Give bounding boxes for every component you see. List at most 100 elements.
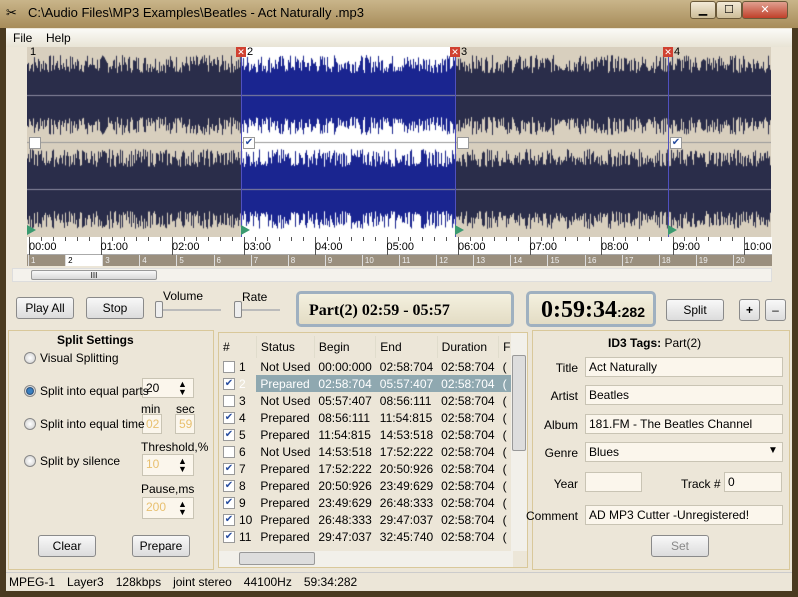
row-checkbox[interactable]: ✔ — [223, 531, 235, 544]
pause-spinner[interactable]: ▲ ▼ — [178, 500, 187, 517]
split-marker-line[interactable] — [455, 47, 456, 237]
part-ruler-item[interactable]: 12 — [436, 255, 473, 266]
scrollbar-thumb[interactable]: III — [31, 270, 157, 280]
comment-input[interactable]: AD MP3 Cutter -Unregistered! — [585, 505, 783, 525]
remove-marker-icon[interactable]: ✕ — [663, 47, 673, 57]
part-ruler-item[interactable]: 11 — [399, 255, 436, 266]
album-input[interactable]: 181.FM - The Beatles Channel — [585, 414, 783, 434]
zoom-out-button[interactable]: – — [765, 299, 786, 321]
split-button[interactable]: Split — [666, 299, 724, 321]
track-input[interactable]: 0 — [724, 472, 782, 492]
stop-button[interactable]: Stop — [86, 297, 144, 319]
play-all-button[interactable]: Play All — [16, 297, 74, 319]
part-checkbox[interactable] — [29, 137, 41, 149]
table-row[interactable]: 6 Not Used 14:53:518 17:52:222 02:58:704( — [219, 443, 515, 460]
year-input[interactable] — [585, 472, 642, 492]
set-tags-button[interactable]: Set — [651, 535, 709, 557]
part-checkbox[interactable]: ✔ — [670, 137, 682, 149]
radio-label[interactable]: Split into equal parts — [40, 384, 149, 398]
genre-dropdown-arrow-icon[interactable]: ▼ — [768, 445, 778, 456]
vertical-scrollbar[interactable] — [511, 333, 527, 551]
radio-label[interactable]: Split by silence — [40, 454, 120, 468]
vertical-scrollbar-thumb[interactable] — [512, 355, 526, 451]
remove-marker-icon[interactable]: ✕ — [450, 47, 460, 57]
part-ruler-item[interactable]: 18 — [658, 255, 696, 266]
play-part-icon[interactable] — [241, 225, 250, 235]
row-checkbox[interactable]: ✔ — [223, 480, 235, 493]
play-part-icon[interactable] — [455, 225, 464, 235]
part-ruler-item[interactable]: 20 — [732, 255, 770, 266]
part-ruler-item[interactable]: 3 — [102, 255, 139, 266]
radio-0[interactable] — [24, 352, 36, 364]
horizontal-scrollbar[interactable]: III — [12, 268, 772, 282]
menu-file[interactable]: File — [13, 31, 32, 45]
part-ruler-item[interactable]: 14 — [510, 255, 547, 266]
table-row[interactable]: ✔ 11 Prepared 29:47:037 32:45:740 02:58:704( — [219, 528, 515, 545]
column-header[interactable]: Begin — [314, 336, 377, 358]
prepare-button[interactable]: Prepare — [132, 535, 190, 557]
row-checkbox[interactable] — [223, 361, 235, 374]
row-checkbox[interactable]: ✔ — [223, 463, 235, 476]
table-row[interactable]: 3 Not Used 05:57:407 08:56:111 02:58:704( — [219, 392, 515, 409]
part-ruler-item[interactable]: 6 — [213, 255, 251, 266]
threshold-spinner[interactable]: ▲ ▼ — [178, 457, 187, 474]
zoom-in-button[interactable]: + — [739, 299, 760, 321]
rate-slider-thumb[interactable] — [234, 301, 242, 318]
radio-1[interactable] — [24, 385, 36, 397]
table-horizontal-scrollbar[interactable] — [219, 551, 513, 567]
part-ruler-item[interactable]: 8 — [287, 255, 325, 266]
row-checkbox[interactable]: ✔ — [223, 497, 235, 510]
part-ruler-item[interactable]: 13 — [473, 255, 510, 266]
row-checkbox[interactable]: ✔ — [223, 412, 235, 425]
part-ruler-item[interactable]: 16 — [584, 255, 622, 266]
table-row[interactable]: ✔ 5 Prepared 11:54:815 14:53:518 02:58:704( — [219, 426, 515, 443]
artist-input[interactable]: Beatles — [585, 385, 783, 405]
title-input[interactable]: Act Naturally — [585, 357, 783, 377]
table-row[interactable]: 1 Not Used 00:00:000 02:58:704 02:58:704( — [219, 358, 515, 375]
row-checkbox[interactable] — [223, 446, 235, 459]
table-row[interactable]: ✔ 2 Prepared 02:58:704 05:57:407 02:58:704( — [219, 375, 515, 392]
minimize-button[interactable]: ▁ — [690, 1, 716, 19]
table-row[interactable]: ✔ 9 Prepared 23:49:629 26:48:333 02:58:704( — [219, 494, 515, 511]
part-checkbox[interactable] — [457, 137, 469, 149]
volume-slider-thumb[interactable] — [155, 301, 163, 318]
split-marker-line[interactable] — [241, 47, 242, 237]
part-ruler-item[interactable]: 5 — [176, 255, 213, 266]
radio-3[interactable] — [24, 455, 36, 467]
column-header[interactable]: Status — [256, 336, 315, 358]
play-part-icon[interactable] — [668, 225, 677, 235]
row-checkbox[interactable]: ✔ — [223, 514, 235, 527]
maximize-button[interactable]: ☐ — [716, 1, 742, 19]
table-row[interactable]: ✔ 7 Prepared 17:52:222 20:50:926 02:58:704( — [219, 460, 515, 477]
parts-spinner[interactable]: ▲ ▼ — [178, 380, 187, 397]
part-ruler-item[interactable]: 10 — [361, 255, 399, 266]
row-checkbox[interactable]: ✔ — [223, 378, 235, 391]
sec-input[interactable]: 59 — [175, 414, 195, 434]
genre-input[interactable]: Blues — [585, 442, 783, 462]
clear-button[interactable]: Clear — [38, 535, 96, 557]
table-row[interactable]: ✔ 10 Prepared 26:48:333 29:47:037 02:58:704( — [219, 511, 515, 528]
table-scrollbar-thumb[interactable] — [239, 552, 315, 565]
split-marker-line[interactable] — [668, 47, 669, 237]
row-checkbox[interactable] — [223, 395, 235, 408]
min-input[interactable]: 02 — [142, 414, 162, 434]
part-ruler-item[interactable]: 2 — [65, 255, 103, 266]
row-checkbox[interactable]: ✔ — [223, 429, 235, 442]
part-ruler-item[interactable]: 7 — [250, 255, 288, 266]
table-row[interactable]: ✔ 8 Prepared 20:50:926 23:49:629 02:58:704( — [219, 477, 515, 494]
part-ruler-item[interactable]: 1 — [28, 255, 65, 266]
part-checkbox[interactable]: ✔ — [243, 137, 255, 149]
part-ruler[interactable]: 1 2 3 4 5 6 7 8 9 10 11 12 13 14 15 16 17 18 19 20 — [27, 255, 772, 266]
radio-2[interactable] — [24, 418, 36, 430]
part-ruler-item[interactable]: 15 — [547, 255, 584, 266]
column-header[interactable]: Duration — [437, 336, 500, 358]
close-button[interactable]: ✕ — [742, 1, 788, 19]
part-ruler-item[interactable]: 19 — [695, 255, 733, 266]
radio-label[interactable]: Split into equal time — [40, 417, 145, 431]
menu-help[interactable]: Help — [46, 31, 71, 45]
part-ruler-item[interactable]: 4 — [139, 255, 176, 266]
play-part-icon[interactable] — [27, 225, 36, 235]
column-header[interactable]: # — [219, 336, 257, 358]
column-header[interactable]: End — [375, 336, 438, 358]
remove-marker-icon[interactable]: ✕ — [236, 47, 246, 57]
